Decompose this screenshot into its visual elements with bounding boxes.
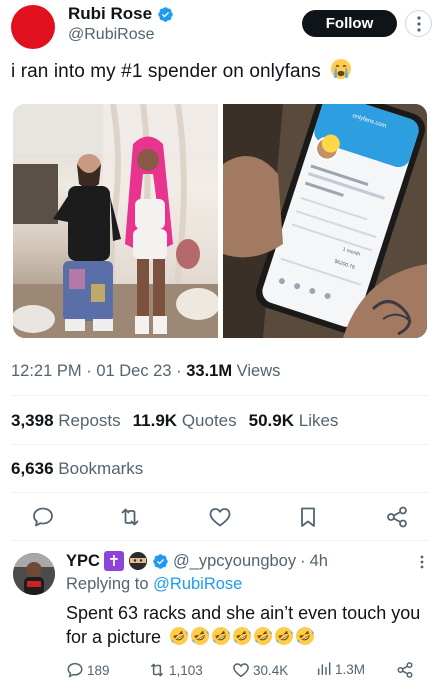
reply-likes-count: 30.4K — [253, 662, 289, 678]
reply-display-name[interactable]: YPC — [66, 552, 100, 571]
cross-badge-icon: ✝ — [103, 551, 124, 571]
photo-right[interactable]: onlyfans.com 1 month $6200.78 — [222, 104, 427, 338]
reply-verified-badge-icon — [153, 553, 168, 569]
reply-text: Spent 63 racks and she ain’t even touch … — [66, 601, 426, 649]
bookmark-icon[interactable] — [296, 505, 320, 529]
author-handle[interactable]: @RubiRose — [68, 26, 155, 44]
vertical-ellipsis-icon — [416, 15, 421, 32]
likes-stat[interactable]: 50.9K Likes — [249, 411, 339, 431]
reply-more-options-icon[interactable] — [420, 555, 424, 569]
reply-replies-count: 189 — [87, 662, 110, 678]
reposts-stat[interactable]: 3,398 Reposts — [11, 411, 121, 431]
crying-face-icon — [331, 59, 352, 79]
divider — [11, 540, 429, 541]
tweet-action-bar — [0, 500, 440, 536]
meta-separator: · — [86, 362, 97, 380]
views-bar-chart-icon — [317, 662, 331, 676]
reply-avatar-image — [13, 553, 55, 595]
meta-separator: · — [176, 362, 187, 380]
reply-action-bar: 189 1,103 30.4K 1.3M — [66, 661, 426, 680]
reposts-count: 3,398 — [11, 411, 54, 430]
views-label: Views — [236, 362, 281, 380]
share-icon[interactable] — [385, 505, 409, 529]
replying-prefix: Replying to — [66, 575, 149, 593]
replying-to-mention[interactable]: @RubiRose — [153, 575, 242, 593]
views-count: 33.1M — [186, 362, 233, 380]
quotes-stat[interactable]: 11.9K Quotes — [133, 411, 237, 431]
reply-heart-icon — [233, 663, 249, 678]
bookmarks-stat[interactable]: 6,636 Bookmarks — [11, 459, 143, 479]
photo-right-scene: onlyfans.com 1 month $6200.78 — [222, 104, 427, 338]
rolling-laughing-emoji-icon — [254, 627, 273, 645]
tweet-time[interactable]: 12:21 PM — [11, 362, 82, 380]
reply-comment-icon — [67, 662, 83, 678]
reply-tweet[interactable]: YPC ✝ @_ypcyoungboy · 4h Replying to @Ru… — [0, 543, 440, 680]
rolling-laughing-emoji-icon — [212, 627, 231, 645]
engagement-stats: 3,398 Reposts 11.9K Quotes 50.9K Likes — [11, 411, 338, 431]
repost-icon[interactable] — [118, 505, 142, 529]
divider — [11, 444, 429, 445]
verified-badge-icon — [158, 6, 173, 22]
bookmarks-count: 6,636 — [11, 459, 54, 478]
bookmarks-label: Bookmarks — [58, 459, 144, 478]
reply-replies-action[interactable]: 189 — [66, 661, 110, 679]
reply-likes-action[interactable]: 30.4K — [232, 661, 288, 679]
reply-share-icon[interactable] — [396, 661, 414, 679]
photo-left[interactable] — [13, 104, 218, 338]
laughing-emoji-row — [169, 626, 315, 646]
author-name-row: Rubi Rose — [68, 4, 174, 24]
reply-views-action[interactable]: 1.3M — [316, 661, 365, 677]
tweet-text: i ran into my #1 spender on onlyfans — [11, 58, 352, 83]
rolling-laughing-emoji-icon — [296, 627, 315, 645]
tweet-date[interactable]: 01 Dec 23 — [96, 362, 171, 380]
rolling-laughing-emoji-icon — [233, 627, 252, 645]
author-display-name[interactable]: Rubi Rose — [68, 4, 152, 24]
more-options-button[interactable] — [405, 10, 432, 37]
like-heart-icon[interactable] — [208, 505, 232, 529]
reply-reposts-action[interactable]: 1,103 — [148, 661, 203, 679]
reply-separator: · — [300, 551, 306, 570]
tweet-text-content: i ran into my #1 spender on onlyfans — [11, 61, 321, 82]
reposts-label: Reposts — [58, 411, 121, 430]
reply-avatar[interactable] — [13, 553, 55, 595]
tweet-meta: 12:21 PM · 01 Dec 23 · 33.1M Views — [11, 362, 280, 381]
tweet-header: Rubi Rose @RubiRose Follow — [0, 0, 440, 56]
reply-header: YPC ✝ @_ypcyoungboy · 4h — [66, 551, 328, 571]
reply-reposts-count: 1,103 — [169, 662, 203, 678]
rolling-laughing-emoji-icon — [170, 627, 189, 645]
ninja-emoji-icon — [128, 552, 147, 570]
quotes-label: Quotes — [181, 411, 237, 430]
follow-button[interactable]: Follow — [302, 10, 397, 37]
reply-icon[interactable] — [31, 505, 55, 529]
likes-count: 50.9K — [248, 411, 295, 430]
likes-label: Likes — [298, 411, 339, 430]
author-avatar[interactable] — [11, 5, 55, 49]
quotes-count: 11.9K — [132, 411, 178, 430]
rolling-laughing-emoji-icon — [191, 627, 210, 645]
divider — [11, 395, 429, 396]
rolling-laughing-emoji-icon — [275, 627, 294, 645]
divider — [11, 492, 429, 493]
reply-repost-icon — [150, 663, 164, 677]
reply-time[interactable]: 4h — [310, 552, 328, 571]
tweet-media[interactable]: onlyfans.com 1 month $6200.78 — [13, 104, 427, 338]
replying-to: Replying to @RubiRose — [66, 575, 242, 594]
photo-left-scene — [13, 104, 218, 338]
reply-views-count: 1.3M — [335, 661, 366, 677]
reply-handle[interactable]: @_ypcyoungboy — [173, 552, 296, 571]
